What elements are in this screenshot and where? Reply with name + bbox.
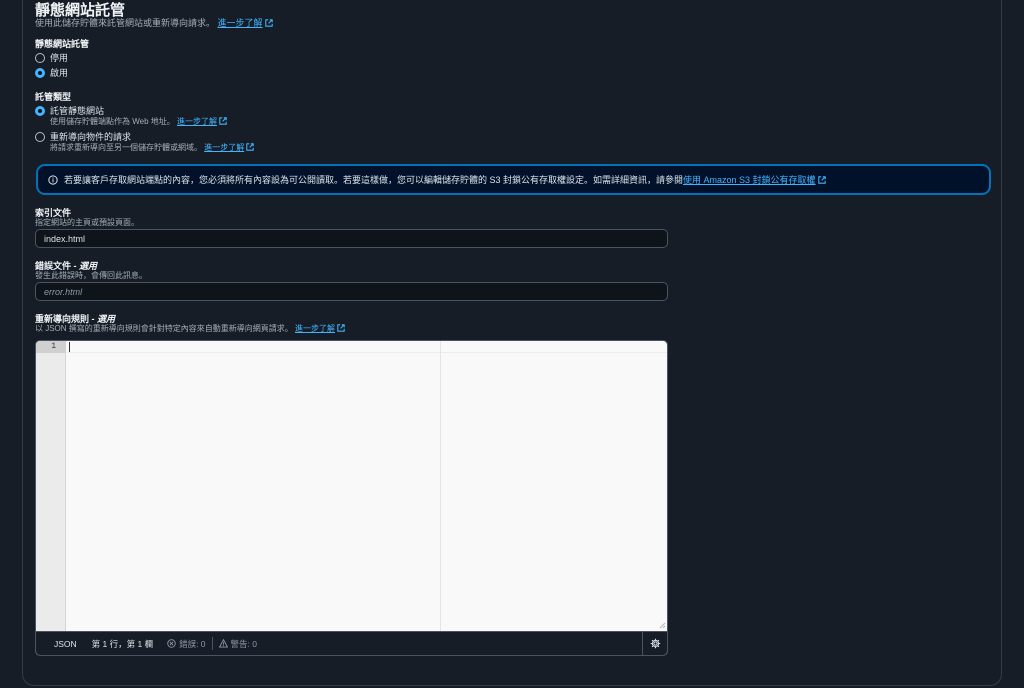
radio-enable[interactable]: 啟用: [35, 66, 68, 79]
gear-icon: [650, 638, 660, 649]
external-link-icon: [219, 117, 227, 125]
host-static-learn-more-link[interactable]: 進一步了解: [177, 117, 227, 126]
external-link-icon: [246, 143, 254, 151]
cursor-position: 第 1 行，第 1 欄: [91, 638, 154, 649]
error-document-input[interactable]: error.html: [35, 282, 668, 301]
active-line: [67, 341, 667, 353]
status-separator: [211, 637, 213, 650]
resize-handle-icon[interactable]: [658, 621, 666, 629]
text-cursor: [69, 342, 70, 352]
warning-count[interactable]: 警告: 0: [218, 638, 257, 650]
index-document-description: 指定網站的主頁或預設頁面。: [35, 218, 139, 227]
page-description-text: 使用此儲存貯體來託管網站或重新導向請求。: [35, 18, 216, 28]
host-static-description: 使用儲存貯體端點作為 Web 地址。 進一步了解: [50, 116, 227, 127]
external-link-icon: [264, 19, 273, 27]
redirect-rules-code-editor[interactable]: 1 JSON 第 1 行，第 1 欄 錯誤: 0 警告: 0: [35, 340, 668, 656]
radio-host-static-button[interactable]: [35, 105, 45, 116]
warning-icon: [218, 639, 228, 648]
radio-disable-button[interactable]: [35, 52, 45, 63]
error-icon: [167, 639, 176, 648]
learn-more-link[interactable]: 進一步了解: [218, 18, 273, 28]
hosting-toggle-label: 靜態網站託管: [35, 39, 90, 49]
static-hosting-panel: 靜態網站託管 使用此儲存貯體來託管網站或重新導向請求。 進一步了解 靜態網站託管…: [22, 0, 1002, 686]
radio-enable-label: 啟用: [50, 68, 69, 78]
page-description: 使用此儲存貯體來託管網站或重新導向請求。 進一步了解: [35, 16, 273, 29]
editor-gutter: 1: [36, 341, 66, 631]
editor-language: JSON: [54, 638, 77, 649]
editor-status-bar: JSON 第 1 行，第 1 欄 錯誤: 0 警告: 0: [36, 631, 667, 655]
error-document-description: 發生此錯誤時，會傳回此訊息。: [35, 271, 147, 280]
radio-disable-label: 停用: [50, 53, 69, 63]
line-number: 1: [36, 341, 66, 353]
print-margin: [440, 341, 441, 631]
radio-enable-button[interactable]: [35, 67, 45, 78]
public-access-info-alert: 若要讓客戶存取網站端點的內容，您必須將所有內容設為可公開讀取。若要這樣做，您可以…: [36, 164, 991, 195]
index-document-input[interactable]: index.html: [35, 229, 668, 248]
redirect-rules-learn-more-link[interactable]: 進一步了解: [295, 324, 345, 333]
error-count[interactable]: 錯誤: 0: [167, 638, 206, 650]
hosting-type-label: 託管類型: [35, 92, 72, 102]
redirect-description: 將請求重新導向至另一個儲存貯體或網域。 進一步了解: [50, 142, 254, 153]
info-alert-text: 若要讓客戶存取網站端點的內容，您必須將所有內容設為可公開讀取。若要這樣做，您可以…: [64, 175, 684, 185]
redirect-learn-more-link[interactable]: 進一步了解: [204, 143, 254, 152]
radio-disable[interactable]: 停用: [35, 51, 68, 64]
radio-redirect-button[interactable]: [35, 131, 45, 142]
external-link-icon: [817, 176, 826, 184]
redirect-rules-description: 以 JSON 撰寫的重新導向規則會針對特定內容來自動重新導向網頁請求。 進一步了…: [35, 323, 345, 334]
info-icon: [48, 174, 58, 185]
editor-settings-button[interactable]: [642, 632, 667, 655]
block-public-access-link[interactable]: 使用 Amazon S3 封鎖公有存取權: [683, 173, 826, 186]
external-link-icon: [337, 324, 345, 332]
